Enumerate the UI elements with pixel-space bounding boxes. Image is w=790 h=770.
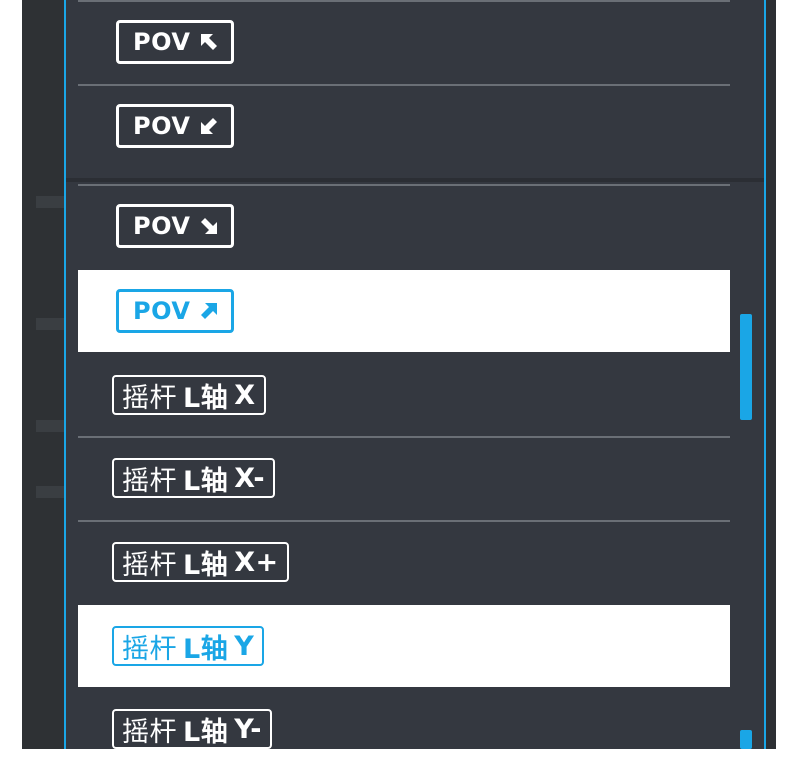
badge-label: POV: [133, 297, 191, 325]
list-item-pov-up-left[interactable]: POV: [78, 0, 730, 82]
key-badge: POV: [116, 289, 234, 333]
arrow-up-left-icon: [201, 34, 218, 50]
badge-label: POV: [133, 212, 191, 240]
key-badge: 摇杆 L轴 X-: [112, 458, 276, 498]
list-item-stick-l-x[interactable]: 摇杆 L轴 X: [78, 354, 730, 436]
arrow-up-right-icon: [201, 303, 218, 319]
key-badge: 摇杆 L轴 X: [112, 375, 266, 415]
badge-stick-label: 摇杆: [122, 465, 177, 497]
scrollbar-thumb[interactable]: [740, 314, 752, 420]
key-badge: 摇杆 L轴 Y: [112, 626, 265, 666]
list-item-stick-l-x-minus[interactable]: 摇杆 L轴 X-: [78, 436, 730, 518]
key-badge: POV: [116, 104, 234, 148]
key-badge: 摇杆 L轴 Y-: [112, 709, 273, 749]
list-item-stick-l-y-minus[interactable]: 摇杆 L轴 Y-: [78, 688, 730, 770]
badge-stick-label: 摇杆: [122, 549, 177, 581]
list-item-pov-up-right[interactable]: POV: [78, 270, 730, 352]
background-right: [766, 0, 776, 749]
scrollbar-thumb[interactable]: [740, 730, 752, 749]
arrow-down-left-icon: [201, 118, 218, 134]
badge-axis-label: L轴: [183, 633, 229, 665]
panel-shadow: [66, 178, 764, 182]
badge-axis-label: L轴: [183, 549, 229, 581]
list-item-pov-down-left[interactable]: POV: [78, 84, 730, 166]
badge-direction-label: X+: [234, 546, 279, 578]
badge-stick-label: 摇杆: [122, 716, 177, 748]
badge-direction-label: X-: [234, 462, 266, 494]
arrow-down-right-icon: [201, 218, 218, 234]
badge-stick-label: 摇杆: [122, 633, 177, 665]
key-badge: POV: [116, 204, 234, 248]
list-item-stick-l-x-plus[interactable]: 摇杆 L轴 X+: [78, 520, 730, 602]
badge-direction-label: Y: [234, 630, 255, 662]
key-badge: 摇杆 L轴 X+: [112, 542, 289, 582]
badge-label: POV: [133, 28, 191, 56]
background-left: [22, 0, 68, 749]
key-badge: POV: [116, 20, 234, 64]
badge-axis-label: L轴: [183, 465, 229, 497]
badge-stick-label: 摇杆: [122, 382, 177, 414]
list-item-pov-down-right[interactable]: POV: [78, 184, 730, 266]
badge-direction-label: X: [234, 379, 256, 411]
badge-direction-label: Y-: [234, 713, 263, 745]
badge-axis-label: L轴: [183, 716, 229, 748]
badge-label: POV: [133, 112, 191, 140]
badge-axis-label: L轴: [183, 382, 229, 414]
list-item-stick-l-y[interactable]: 摇杆 L轴 Y: [78, 605, 730, 687]
